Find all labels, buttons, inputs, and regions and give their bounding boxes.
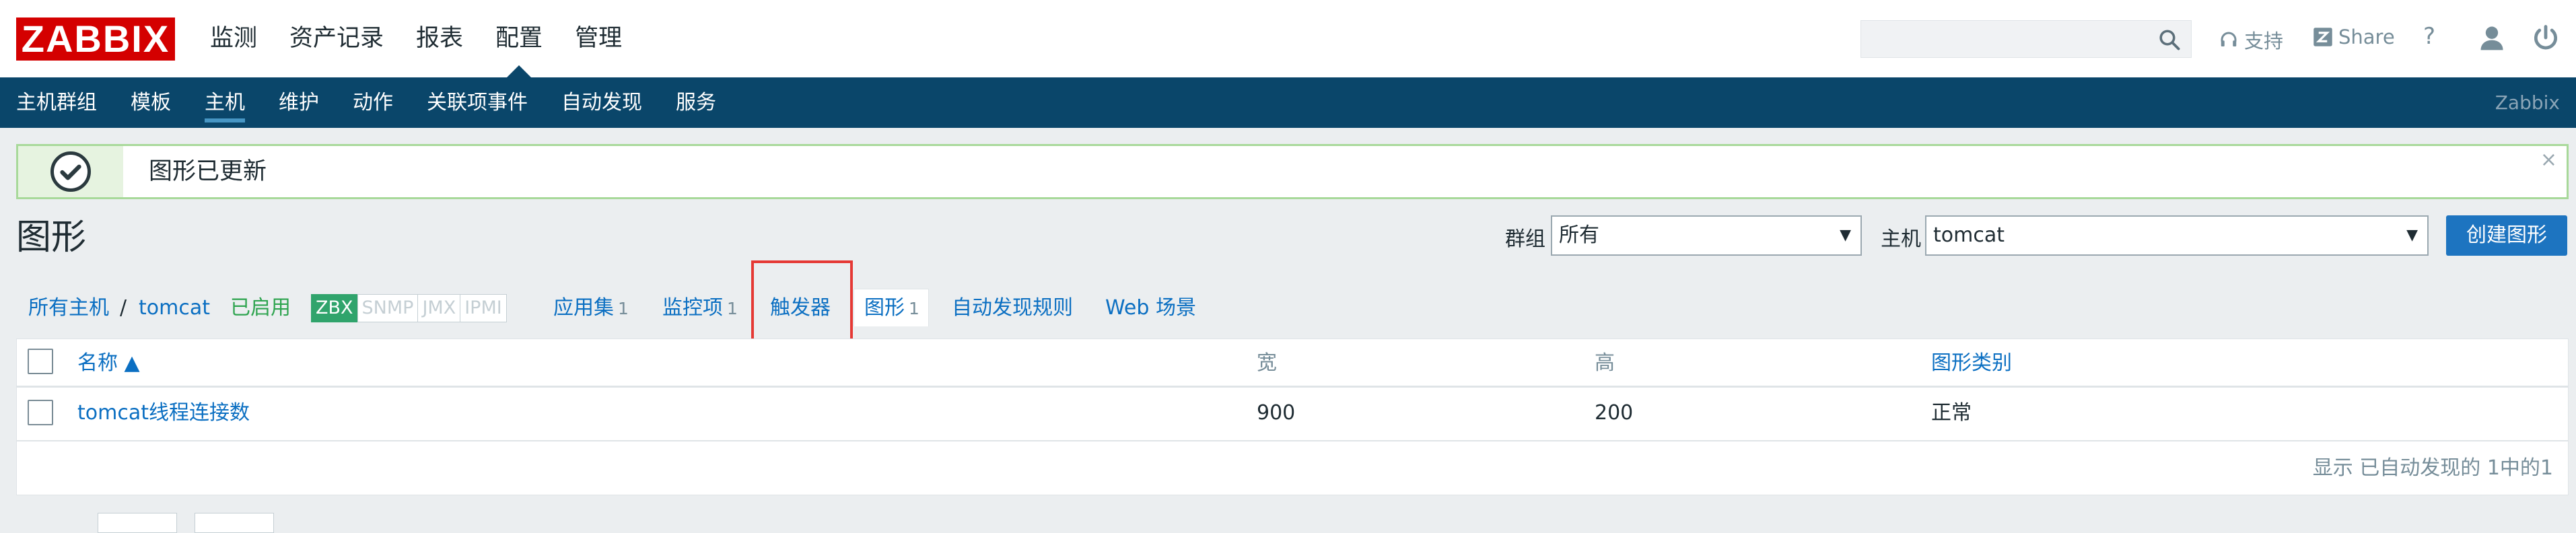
- applications-link[interactable]: 应用集 1: [553, 292, 629, 325]
- page-title: 图形: [16, 217, 87, 258]
- group-filter-label: 群组: [1505, 227, 1545, 251]
- snmp-badge: SNMP: [357, 294, 419, 322]
- search-icon[interactable]: [2157, 28, 2182, 52]
- zabbix-logo[interactable]: ZABBIX: [16, 17, 175, 61]
- host-select-value: tomcat: [1933, 223, 2005, 247]
- search-input[interactable]: [1860, 20, 2192, 58]
- checkmark-icon: [50, 151, 91, 192]
- column-type-header[interactable]: 图形类别: [1931, 350, 2012, 377]
- host-select[interactable]: tomcat ▼: [1925, 215, 2429, 256]
- menu-configuration[interactable]: 配置: [495, 0, 543, 77]
- table-footer-count: 显示 已自动发现的 1中的1: [2312, 456, 2553, 480]
- column-name-header[interactable]: 名称 ▲: [77, 350, 140, 377]
- chevron-down-icon: ▼: [2406, 227, 2418, 244]
- column-width-header: 宽: [1257, 351, 1277, 375]
- host-link[interactable]: tomcat: [139, 292, 210, 324]
- row-checkbox[interactable]: [28, 400, 53, 425]
- items-link[interactable]: 监控项 1: [662, 292, 738, 325]
- share-label: Share: [2338, 26, 2395, 48]
- chevron-down-icon: ▼: [1840, 227, 1851, 244]
- share-link[interactable]: Share: [2313, 26, 2395, 48]
- applications-count: 1: [618, 299, 629, 318]
- menu-administration[interactable]: 管理: [575, 0, 622, 77]
- graph-width: 900: [1257, 401, 1296, 425]
- applications-label: 应用集: [553, 296, 614, 320]
- web-scenarios-link[interactable]: Web 场景: [1105, 292, 1196, 324]
- share-z-icon: [2313, 28, 2332, 46]
- bulk-action-button[interactable]: [195, 513, 274, 533]
- graph-name-link[interactable]: tomcat线程连接数: [77, 400, 250, 427]
- column-height-header: 高: [1595, 351, 1615, 375]
- menu-inventory[interactable]: 资产记录: [289, 0, 384, 77]
- power-logout-icon[interactable]: [2531, 23, 2561, 52]
- breadcrumb-separator: /: [120, 296, 127, 320]
- discovery-rules-link[interactable]: 自动发现规则: [952, 292, 1073, 324]
- subnav-maintenance[interactable]: 维护: [279, 77, 319, 128]
- graphs-label: 图形: [864, 296, 905, 320]
- success-message-text: 图形已更新: [149, 158, 267, 185]
- ipmi-badge: IPMI: [460, 294, 507, 322]
- top-header: ZABBIX 监测 资产记录 报表 配置 管理 支持 Share ?: [0, 0, 2576, 78]
- bulk-action-button[interactable]: [98, 513, 177, 533]
- success-icon-box: [18, 146, 123, 197]
- select-all-checkbox[interactable]: [28, 349, 53, 374]
- availability-badges: ZBX SNMP JMX IPMI: [311, 294, 507, 322]
- zbx-badge: ZBX: [311, 294, 358, 322]
- help-button[interactable]: ?: [2423, 23, 2435, 50]
- subnav-discovery[interactable]: 自动发现: [561, 77, 642, 128]
- table-row: tomcat线程连接数 900 200 正常: [17, 388, 2568, 441]
- items-label: 监控项: [662, 296, 723, 320]
- sub-navigation: 主机群组 模板 主机 维护 动作 关联项事件 自动发现 服务 Zabbix: [0, 77, 2576, 128]
- graphs-tab[interactable]: 图形 1: [864, 292, 919, 325]
- group-select-value: 所有: [1559, 223, 1599, 247]
- items-count: 1: [727, 299, 738, 318]
- user-profile-icon[interactable]: [2477, 23, 2507, 52]
- subnav-host-groups[interactable]: 主机群组: [16, 77, 97, 128]
- subnav-actions[interactable]: 动作: [353, 77, 393, 128]
- menu-reports[interactable]: 报表: [416, 0, 463, 77]
- subnav-event-correlation[interactable]: 关联项事件: [427, 77, 528, 128]
- success-message: 图形已更新 ×: [16, 144, 2569, 199]
- table-header: 名称 ▲ 宽 高 图形类别: [17, 339, 2568, 388]
- support-label: 支持: [2244, 30, 2284, 52]
- graph-type: 正常: [1931, 401, 1972, 425]
- jmx-badge: JMX: [417, 294, 461, 322]
- subnav-hosts[interactable]: 主机: [205, 77, 245, 128]
- menu-monitoring[interactable]: 监测: [210, 0, 257, 77]
- graph-height: 200: [1595, 401, 1634, 425]
- headset-icon: [2221, 32, 2237, 46]
- all-hosts-link[interactable]: 所有主机: [28, 292, 109, 324]
- host-filter-label: 主机: [1881, 227, 1921, 251]
- support-link[interactable]: 支持: [2219, 26, 2283, 54]
- close-icon[interactable]: ×: [2540, 150, 2557, 170]
- help-label: ?: [2423, 23, 2436, 50]
- graphs-table: 名称 ▲ 宽 高 图形类别 tomcat线程连接数 900 200 正常 显示 …: [16, 339, 2569, 495]
- graphs-count: 1: [909, 299, 919, 318]
- host-status-enabled[interactable]: 已启用: [230, 292, 291, 324]
- subnav-services[interactable]: 服务: [676, 77, 716, 128]
- main-menu: 监测 资产记录 报表 配置 管理: [210, 0, 654, 77]
- create-graph-button[interactable]: 创建图形: [2446, 215, 2567, 256]
- subnav-brand: Zabbix: [2495, 92, 2560, 114]
- group-select[interactable]: 所有 ▼: [1551, 215, 1862, 256]
- subnav-templates[interactable]: 模板: [131, 77, 171, 128]
